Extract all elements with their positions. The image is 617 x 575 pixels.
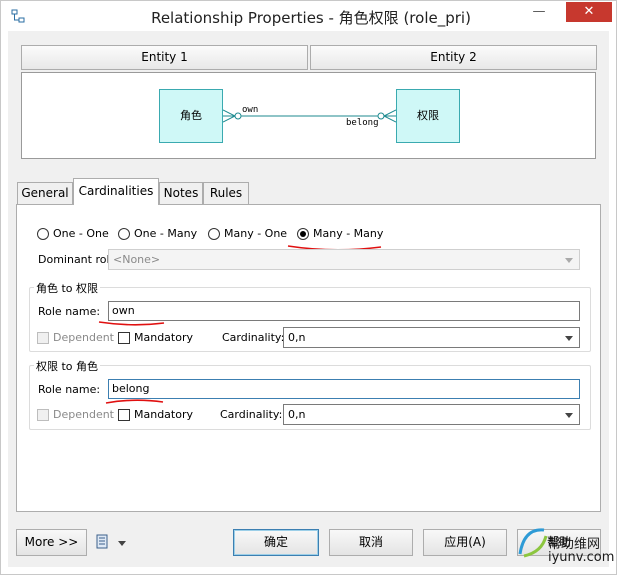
radio-one-many[interactable]: [118, 228, 130, 240]
group1-dependent-checkbox[interactable]: [37, 332, 49, 344]
role1-label: own: [242, 105, 259, 115]
more-button[interactable]: More >>: [16, 529, 87, 556]
group1-title: 角色 to 权限: [34, 280, 101, 296]
group1-role-name-label: Role name:: [38, 305, 101, 318]
group1-dependent-label: Dependent: [53, 331, 114, 344]
chevron-down-icon[interactable]: [118, 541, 126, 546]
watermark-logo-icon: [518, 528, 548, 558]
relationship-diagram: 角色 权限 own belong: [21, 72, 596, 159]
group2-title: 权限 to 角色: [34, 358, 101, 374]
group2-dependent-checkbox[interactable]: [37, 409, 49, 421]
close-button[interactable]: ✕: [566, 2, 612, 22]
dominant-role-select[interactable]: <None>: [108, 249, 580, 270]
radio-one-many-label: One - Many: [134, 227, 198, 240]
group2-cardinality-value: 0,n: [288, 408, 306, 421]
print-list-icon[interactable]: [96, 534, 110, 550]
group1-mandatory-label: Mandatory: [134, 331, 194, 344]
chevron-down-icon: [565, 336, 573, 341]
radio-one-one[interactable]: [37, 228, 49, 240]
group2-dependent-label: Dependent: [53, 408, 114, 421]
window-title: Relationship Properties - 角色权限 (role_pri…: [151, 9, 471, 27]
red-underline-annotation: [105, 399, 164, 404]
group1-cardinality-value: 0,n: [288, 331, 306, 344]
entity2-button[interactable]: Entity 2: [310, 45, 597, 70]
group2-cardinality-select[interactable]: 0,n: [283, 404, 580, 425]
title-bar[interactable]: Relationship Properties - 角色权限 (role_pri…: [1, 1, 616, 31]
relationship-icon: [11, 9, 25, 23]
red-underline-annotation: [98, 321, 165, 326]
radio-many-one[interactable]: [208, 228, 220, 240]
group1-cardinality-label: Cardinality:: [222, 331, 285, 344]
minimize-button[interactable]: —: [516, 2, 562, 22]
group1-role-name-input[interactable]: own: [108, 301, 580, 321]
entity1-button[interactable]: Entity 1: [21, 45, 308, 70]
close-icon: ✕: [583, 4, 595, 19]
radio-many-many[interactable]: [297, 228, 309, 240]
ok-button[interactable]: 确定: [233, 529, 319, 556]
group2-mandatory-label: Mandatory: [134, 408, 194, 421]
group2-cardinality-label: Cardinality:: [220, 408, 283, 421]
dominant-role-value: <None>: [113, 253, 161, 266]
group1-cardinality-select[interactable]: 0,n: [283, 327, 580, 348]
group2-role-name-label: Role name:: [38, 383, 101, 396]
tab-rules[interactable]: Rules: [203, 182, 249, 204]
radio-one-one-label: One - One: [53, 227, 109, 240]
watermark-url: iyunv.com: [548, 550, 615, 565]
chevron-down-icon: [565, 413, 573, 418]
radio-many-one-label: Many - One: [224, 227, 288, 240]
cancel-button[interactable]: 取消: [329, 529, 413, 556]
role2-label: belong: [346, 118, 379, 128]
chevron-down-icon: [565, 258, 573, 263]
entity-right[interactable]: 权限: [396, 89, 460, 143]
radio-many-many-label: Many - Many: [313, 227, 384, 240]
tab-general[interactable]: General: [17, 182, 73, 204]
group2-mandatory-checkbox[interactable]: [118, 409, 130, 421]
apply-button[interactable]: 应用(A): [423, 529, 507, 556]
entity-left[interactable]: 角色: [159, 89, 223, 143]
tab-cardinalities[interactable]: Cardinalities: [73, 178, 159, 205]
tab-notes[interactable]: Notes: [159, 182, 203, 204]
group1-mandatory-checkbox[interactable]: [118, 332, 130, 344]
group2-role-name-input[interactable]: belong: [108, 379, 580, 399]
